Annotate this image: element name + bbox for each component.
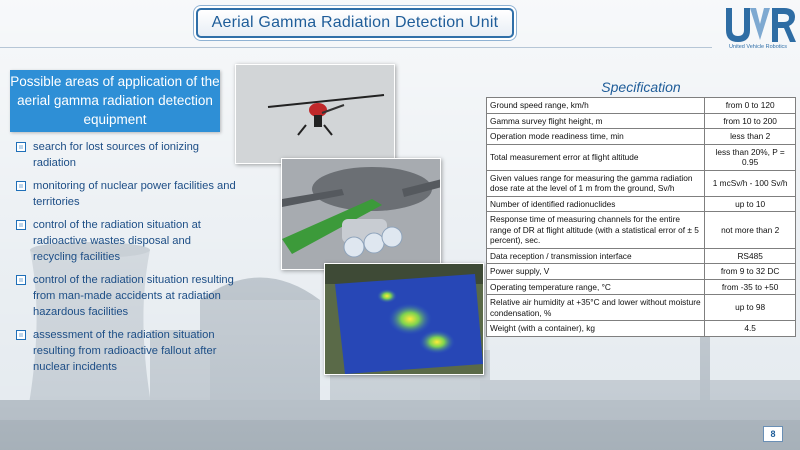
checkbox-bullet-icon xyxy=(16,181,26,191)
slide-title: Aerial Gamma Radiation Detection Unit xyxy=(196,8,514,38)
list-item: search for lost sources of ionizing radi… xyxy=(16,139,236,171)
header-divider xyxy=(0,47,712,48)
applications-heading: Possible areas of application of the aer… xyxy=(10,70,220,132)
table-row: Gamma survey flight height, m from 10 to … xyxy=(485,112,796,129)
radiation-heatmap-image xyxy=(324,263,484,375)
list-item: control of the radiation situation resul… xyxy=(16,272,236,320)
list-item: monitoring of nuclear power facilities a… xyxy=(16,178,236,210)
checkbox-bullet-icon xyxy=(16,142,26,152)
table-row: Operation mode readiness time, min less t… xyxy=(485,128,796,145)
table-row: Number of identified radionuclides up to … xyxy=(485,195,796,212)
table-row: Response time of measuring channels for … xyxy=(485,211,796,249)
table-row: Data reception / transmission interface R… xyxy=(485,247,796,264)
helicopter-drone-image xyxy=(235,64,395,164)
checkbox-bullet-icon xyxy=(16,275,26,285)
detector-mount-render-image xyxy=(281,158,441,270)
checkbox-bullet-icon xyxy=(16,220,26,230)
list-item: control of the radiation situation at ra… xyxy=(16,217,236,265)
table-row: Given values range for measuring the gam… xyxy=(485,169,796,197)
list-item: assessment of the radiation situation re… xyxy=(16,327,236,375)
checkbox-bullet-icon xyxy=(16,330,26,340)
table-row: Ground speed range, km/h from 0 to 120 xyxy=(485,97,796,114)
table-row: Total measurement error at flight altitu… xyxy=(485,143,796,171)
table-row: Operating temperature range, °C from -35 … xyxy=(485,278,796,295)
table-row: Weight (with a container), kg 4.5 xyxy=(485,320,796,337)
page-number: 8 xyxy=(763,426,783,442)
specification-title: Specification xyxy=(601,79,681,95)
logo-subtitle: United Vehicle Robotics xyxy=(728,44,788,50)
table-row: Relative air humidity at +35°C and lower… xyxy=(485,294,796,321)
table-row: Power supply, Vfrom 9 to 32 DC xyxy=(485,263,796,280)
specification-table: Ground speed range, km/h from 0 to 120 Ga… xyxy=(485,97,796,337)
applications-list: search for lost sources of ionizing radi… xyxy=(16,139,236,382)
